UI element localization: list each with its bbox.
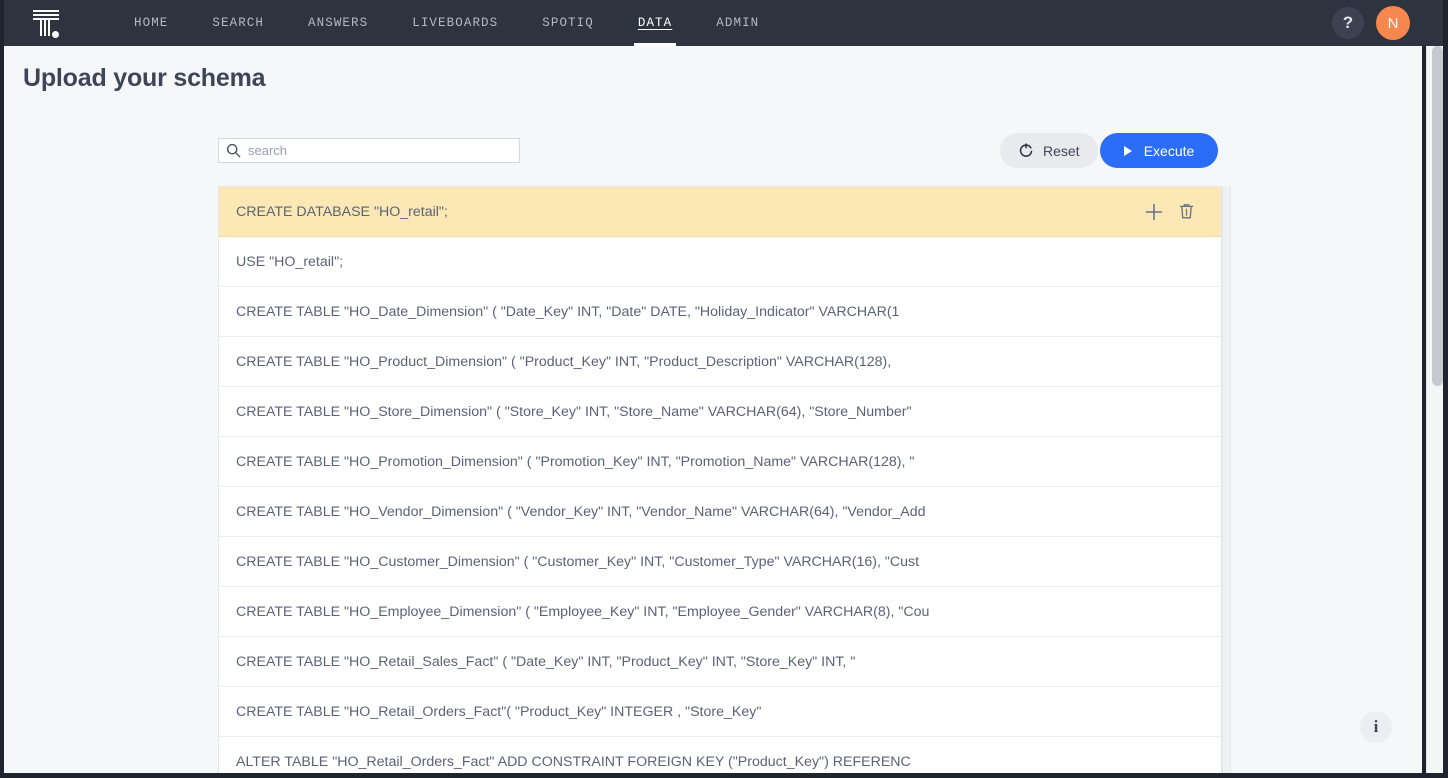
- nav-item-label: ANSWERS: [308, 16, 368, 30]
- statement-row[interactable]: CREATE TABLE "HO_Retail_Orders_Fact"( "P…: [219, 687, 1221, 737]
- nav-item-liveboards[interactable]: LIVEBOARDS: [390, 0, 520, 46]
- thoughtspot-logo[interactable]: [8, 8, 84, 38]
- help-icon[interactable]: ?: [1332, 7, 1364, 39]
- statement-text: ALTER TABLE "HO_Retail_Orders_Fact" ADD …: [236, 754, 1207, 770]
- info-icon[interactable]: i: [1360, 711, 1392, 743]
- statement-text: CREATE TABLE "HO_Date_Dimension" ( "Date…: [236, 304, 1207, 320]
- statement-row[interactable]: CREATE TABLE "HO_Employee_Dimension" ( "…: [219, 587, 1221, 637]
- statement-text: CREATE TABLE "HO_Product_Dimension" ( "P…: [236, 354, 1207, 370]
- app-window: HOME SEARCH ANSWERS LIVEBOARDS SPOTIQ DA…: [0, 0, 1448, 778]
- statement-row[interactable]: CREATE TABLE "HO_Product_Dimension" ( "P…: [219, 337, 1221, 387]
- nav-item-home[interactable]: HOME: [112, 0, 190, 46]
- play-icon: [1124, 146, 1132, 156]
- statement-row[interactable]: USE "HO_retail";: [219, 237, 1221, 287]
- search-input-wrapper[interactable]: [218, 138, 520, 163]
- search-icon: [226, 143, 241, 158]
- reset-button[interactable]: Reset: [1000, 133, 1098, 168]
- avatar[interactable]: N: [1376, 6, 1410, 40]
- execute-button[interactable]: Execute: [1100, 133, 1218, 168]
- page-title: Upload your schema: [23, 64, 265, 93]
- nav-item-label: ADMIN: [716, 16, 759, 30]
- statement-row[interactable]: CREATE TABLE "HO_Store_Dimension" ( "Sto…: [219, 387, 1221, 437]
- nav-item-label: HOME: [134, 16, 168, 30]
- statement-text: USE "HO_retail";: [236, 254, 1207, 270]
- statement-text: CREATE TABLE "HO_Employee_Dimension" ( "…: [236, 604, 1207, 620]
- main-content: Upload your schema Reset Execute: [4, 46, 1422, 773]
- window-left-edge: [0, 0, 4, 778]
- statement-text: CREATE TABLE "HO_Vendor_Dimension" ( "Ve…: [236, 504, 1207, 520]
- help-label: ?: [1343, 13, 1353, 33]
- reset-label: Reset: [1043, 143, 1080, 159]
- nav-item-answers[interactable]: ANSWERS: [286, 0, 390, 46]
- statement-text: CREATE DATABASE "HO_retail";: [236, 204, 1144, 220]
- logo-mark: [31, 8, 61, 38]
- refresh-icon: [1018, 143, 1034, 159]
- nav-item-admin[interactable]: ADMIN: [694, 0, 781, 46]
- avatar-initial: N: [1388, 15, 1399, 32]
- statement-row[interactable]: CREATE TABLE "HO_Date_Dimension" ( "Date…: [219, 287, 1221, 337]
- browser-scrollbar-thumb[interactable]: [1432, 46, 1443, 386]
- info-label: i: [1374, 717, 1379, 737]
- statement-text: CREATE TABLE "HO_Retail_Sales_Fact" ( "D…: [236, 654, 1207, 670]
- nav-links: HOME SEARCH ANSWERS LIVEBOARDS SPOTIQ DA…: [112, 0, 781, 46]
- nav-item-search[interactable]: SEARCH: [190, 0, 286, 46]
- toolbar: Reset Execute: [4, 138, 1422, 178]
- nav-item-label: SPOTIQ: [542, 16, 594, 30]
- statement-text: CREATE TABLE "HO_Customer_Dimension" ( "…: [236, 554, 1207, 570]
- statement-list-scrollbar[interactable]: [1222, 186, 1231, 773]
- statement-row[interactable]: CREATE TABLE "HO_Promotion_Dimension" ( …: [219, 437, 1221, 487]
- nav-item-label: LIVEBOARDS: [412, 16, 498, 30]
- statement-list: CREATE DATABASE "HO_retail"; USE "HO_reta…: [218, 186, 1222, 773]
- plus-icon[interactable]: [1144, 202, 1164, 222]
- window-bottom-edge: [0, 773, 1448, 778]
- statement-text: CREATE TABLE "HO_Retail_Orders_Fact"( "P…: [236, 704, 1207, 720]
- statement-row[interactable]: CREATE TABLE "HO_Customer_Dimension" ( "…: [219, 537, 1221, 587]
- window-right-edge: [1443, 0, 1448, 778]
- top-navigation-bar: HOME SEARCH ANSWERS LIVEBOARDS SPOTIQ DA…: [4, 0, 1443, 46]
- nav-right-actions: ? N: [1332, 6, 1443, 40]
- statement-row-actions: [1144, 202, 1195, 222]
- trash-icon[interactable]: [1178, 202, 1195, 221]
- nav-item-label: SEARCH: [212, 16, 264, 30]
- nav-item-data[interactable]: DATA: [616, 0, 694, 46]
- nav-item-spotiq[interactable]: SPOTIQ: [520, 0, 616, 46]
- statement-row[interactable]: CREATE DATABASE "HO_retail";: [219, 187, 1221, 237]
- nav-item-label: DATA: [638, 16, 672, 30]
- statement-row[interactable]: CREATE TABLE "HO_Retail_Sales_Fact" ( "D…: [219, 637, 1221, 687]
- execute-label: Execute: [1144, 143, 1195, 159]
- statement-text: CREATE TABLE "HO_Promotion_Dimension" ( …: [236, 454, 1207, 470]
- statement-row[interactable]: CREATE TABLE "HO_Vendor_Dimension" ( "Ve…: [219, 487, 1221, 537]
- statement-text: CREATE TABLE "HO_Store_Dimension" ( "Sto…: [236, 404, 1207, 420]
- statement-row[interactable]: ALTER TABLE "HO_Retail_Orders_Fact" ADD …: [219, 737, 1221, 773]
- search-input[interactable]: [248, 143, 498, 158]
